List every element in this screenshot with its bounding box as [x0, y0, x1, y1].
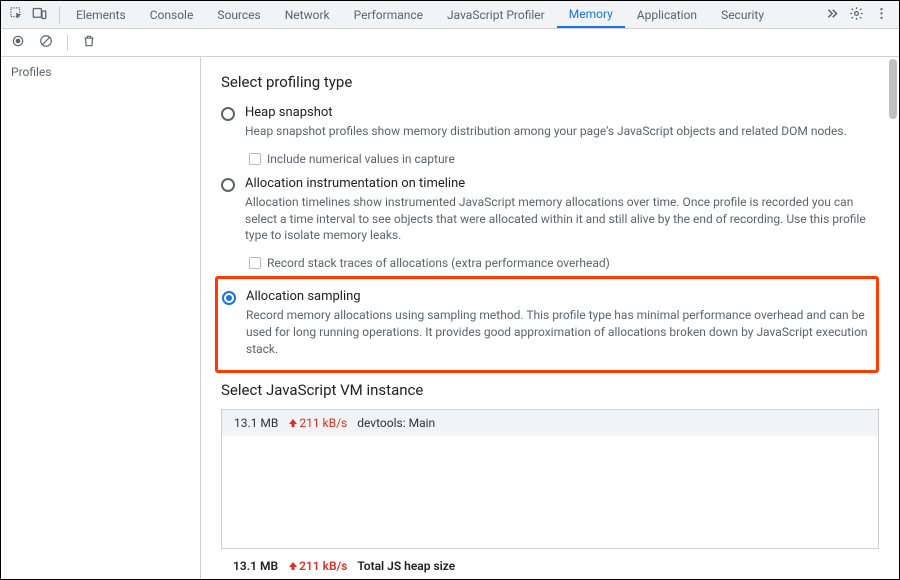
option-allocation-timeline[interactable]: Allocation instrumentation on timeline A… [221, 172, 879, 248]
option-heap-snapshot[interactable]: Heap snapshot Heap snapshot profiles sho… [221, 101, 879, 144]
main-panel: Select profiling type Heap snapshot Heap… [201, 57, 899, 579]
vm-size: 13.1 MB [234, 416, 278, 430]
tab-javascript-profiler[interactable]: JavaScript Profiler [435, 1, 557, 28]
sub-include-numerical[interactable]: Include numerical values in capture [249, 152, 879, 166]
more-tabs-icon[interactable] [824, 6, 839, 24]
sidebar-profiles-label: Profiles [11, 65, 190, 79]
tab-security[interactable]: Security [709, 1, 776, 28]
record-icon[interactable] [11, 34, 25, 51]
vm-rate: 211 kB/s [288, 416, 347, 430]
profiling-type-title: Select profiling type [221, 73, 879, 91]
option-timeline-desc: Allocation timelines show instrumented J… [245, 194, 879, 244]
highlight-allocation-sampling: Allocation sampling Record memory alloca… [215, 276, 879, 372]
option-heap-label: Heap snapshot [245, 105, 879, 120]
option-sampling-label: Allocation sampling [246, 289, 868, 304]
footer-rate-value: 211 kB/s [299, 559, 347, 573]
arrow-up-icon [288, 418, 298, 428]
tab-sources[interactable]: Sources [205, 1, 272, 28]
vm-rate-value: 211 kB/s [299, 416, 347, 430]
tab-application[interactable]: Application [625, 1, 709, 28]
vm-name: devtools: Main [357, 416, 435, 430]
gear-icon[interactable] [849, 6, 864, 24]
vm-instance-row[interactable]: 13.1 MB 211 kB/s devtools: Main [222, 410, 878, 436]
scrollbar-thumb[interactable] [889, 59, 897, 119]
kebab-menu-icon[interactable] [874, 6, 889, 24]
checkbox-include-numerical[interactable] [249, 153, 261, 165]
footer-stats: 13.1 MB 211 kB/s Total JS heap size [221, 549, 879, 579]
tab-console[interactable]: Console [138, 1, 206, 28]
option-allocation-sampling[interactable]: Allocation sampling Record memory alloca… [222, 285, 868, 361]
sub-record-stack[interactable]: Record stack traces of allocations (extr… [249, 256, 879, 270]
clear-icon[interactable] [39, 34, 53, 51]
tab-performance[interactable]: Performance [342, 1, 435, 28]
option-heap-desc: Heap snapshot profiles show memory distr… [245, 123, 879, 140]
tab-elements[interactable]: Elements [64, 1, 138, 28]
footer-label: Total JS heap size [357, 559, 455, 573]
vm-instance-title: Select JavaScript VM instance [221, 381, 879, 399]
option-sampling-desc: Record memory allocations using sampling… [246, 307, 868, 357]
footer-rate: 211 kB/s [288, 559, 347, 573]
panel-tabs: Elements Console Sources Network Perform… [64, 1, 814, 28]
inspect-icon[interactable] [9, 6, 24, 24]
radio-sampling[interactable] [222, 291, 236, 305]
vm-instance-list: 13.1 MB 211 kB/s devtools: Main [221, 409, 879, 549]
delete-icon[interactable] [82, 34, 96, 51]
sidebar: Profiles [1, 57, 201, 579]
divider [59, 6, 60, 24]
radio-heap[interactable] [221, 107, 235, 121]
divider [67, 35, 68, 51]
tab-network[interactable]: Network [273, 1, 342, 28]
footer-size: 13.1 MB [233, 559, 278, 573]
option-timeline-label: Allocation instrumentation on timeline [245, 176, 879, 191]
device-toggle-icon[interactable] [32, 6, 47, 24]
tab-memory[interactable]: Memory [557, 1, 625, 28]
checkbox-record-stack[interactable] [249, 257, 261, 269]
radio-timeline[interactable] [221, 178, 235, 192]
sub-include-numerical-label: Include numerical values in capture [267, 152, 455, 166]
sub-record-stack-label: Record stack traces of allocations (extr… [267, 256, 610, 270]
arrow-up-icon [288, 561, 298, 571]
